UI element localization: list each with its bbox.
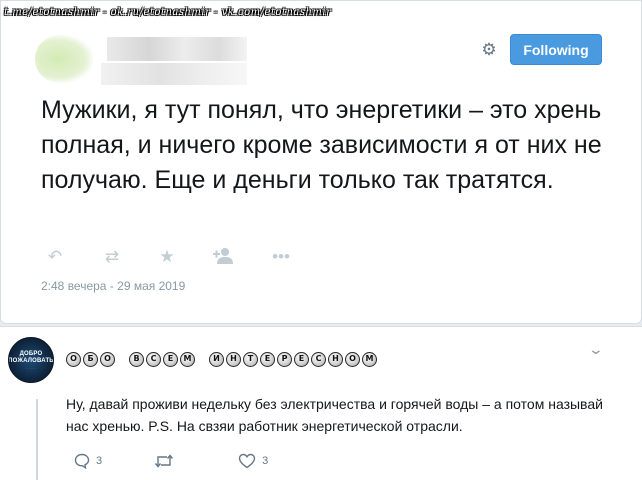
group-name-letter: С (311, 351, 326, 367)
gear-icon[interactable]: ⚙ (479, 39, 499, 59)
tweet-timestamp[interactable]: 2:48 вечера - 29 мая 2019 (41, 279, 185, 293)
tweet-text: Мужики, я тут понял, что энергетики – эт… (41, 96, 602, 194)
comments-count: 3 (96, 455, 103, 467)
reply-text: Ну, давай проживи недельку без электриче… (66, 396, 603, 434)
group-name-letter: Е (260, 351, 275, 367)
heart-icon (238, 453, 256, 469)
comment-icon (74, 453, 90, 469)
group-name-letter: О (100, 351, 115, 367)
avatar-text-line1: Добро (19, 350, 43, 357)
group-name-letter: О (345, 351, 360, 367)
group-name-letter: Е (163, 351, 178, 367)
tweet-actions: ↶ ⇄ ★ ••• (45, 244, 293, 268)
author-handle (101, 63, 247, 85)
likes-count: 3 (262, 455, 269, 467)
like-button[interactable]: 3 (238, 453, 268, 469)
group-name-letter: Н (226, 351, 241, 367)
group-name-letter: И (209, 351, 224, 367)
group-avatar[interactable]: Добро пожаловать . . . . . . . (8, 337, 54, 383)
group-name-letter: О (66, 351, 81, 367)
tweet-card: ⚙ Following Мужики, я тут понял, что эне… (0, 0, 642, 324)
group-name-letter: В (129, 351, 144, 367)
chevron-down-icon[interactable]: ⌄ (588, 341, 604, 358)
avatar (35, 35, 93, 83)
comment-button[interactable]: 3 (74, 453, 102, 469)
group-name-letter: Е (294, 351, 309, 367)
avatar-small-text: . . . . . . . (25, 365, 37, 370)
reply-icon[interactable]: ↶ (45, 244, 65, 268)
group-name-letter: С (146, 351, 161, 367)
add-user-icon[interactable] (213, 244, 237, 268)
reply-card: Добро пожаловать . . . . . . . ОБОВСЕМИН… (0, 326, 642, 480)
following-button[interactable]: Following (510, 34, 602, 65)
group-name-letter: Б (83, 351, 98, 367)
repost-icon[interactable] (154, 453, 174, 469)
group-name-letter: Р (277, 351, 292, 367)
group-name[interactable]: ОБОВСЕМИНТЕРЕСНОМ (66, 349, 377, 369)
more-icon[interactable]: ••• (269, 244, 293, 268)
star-icon[interactable]: ★ (157, 244, 177, 268)
group-name-letter: Т (243, 351, 258, 367)
reply-thread-line (36, 399, 38, 480)
group-name-letter: М (180, 351, 195, 367)
author-name (107, 37, 247, 61)
blurred-author (35, 33, 247, 85)
watermark-text: t.me/etotnashmir - ok.ru/etotnashmir - v… (4, 7, 332, 18)
avatar-text-line2: пожаловать (8, 357, 54, 364)
group-name-letter: Н (328, 351, 343, 367)
group-name-letter: М (362, 351, 377, 367)
reply-actions: 3 3 (74, 451, 268, 471)
retweet-icon[interactable]: ⇄ (101, 244, 123, 268)
